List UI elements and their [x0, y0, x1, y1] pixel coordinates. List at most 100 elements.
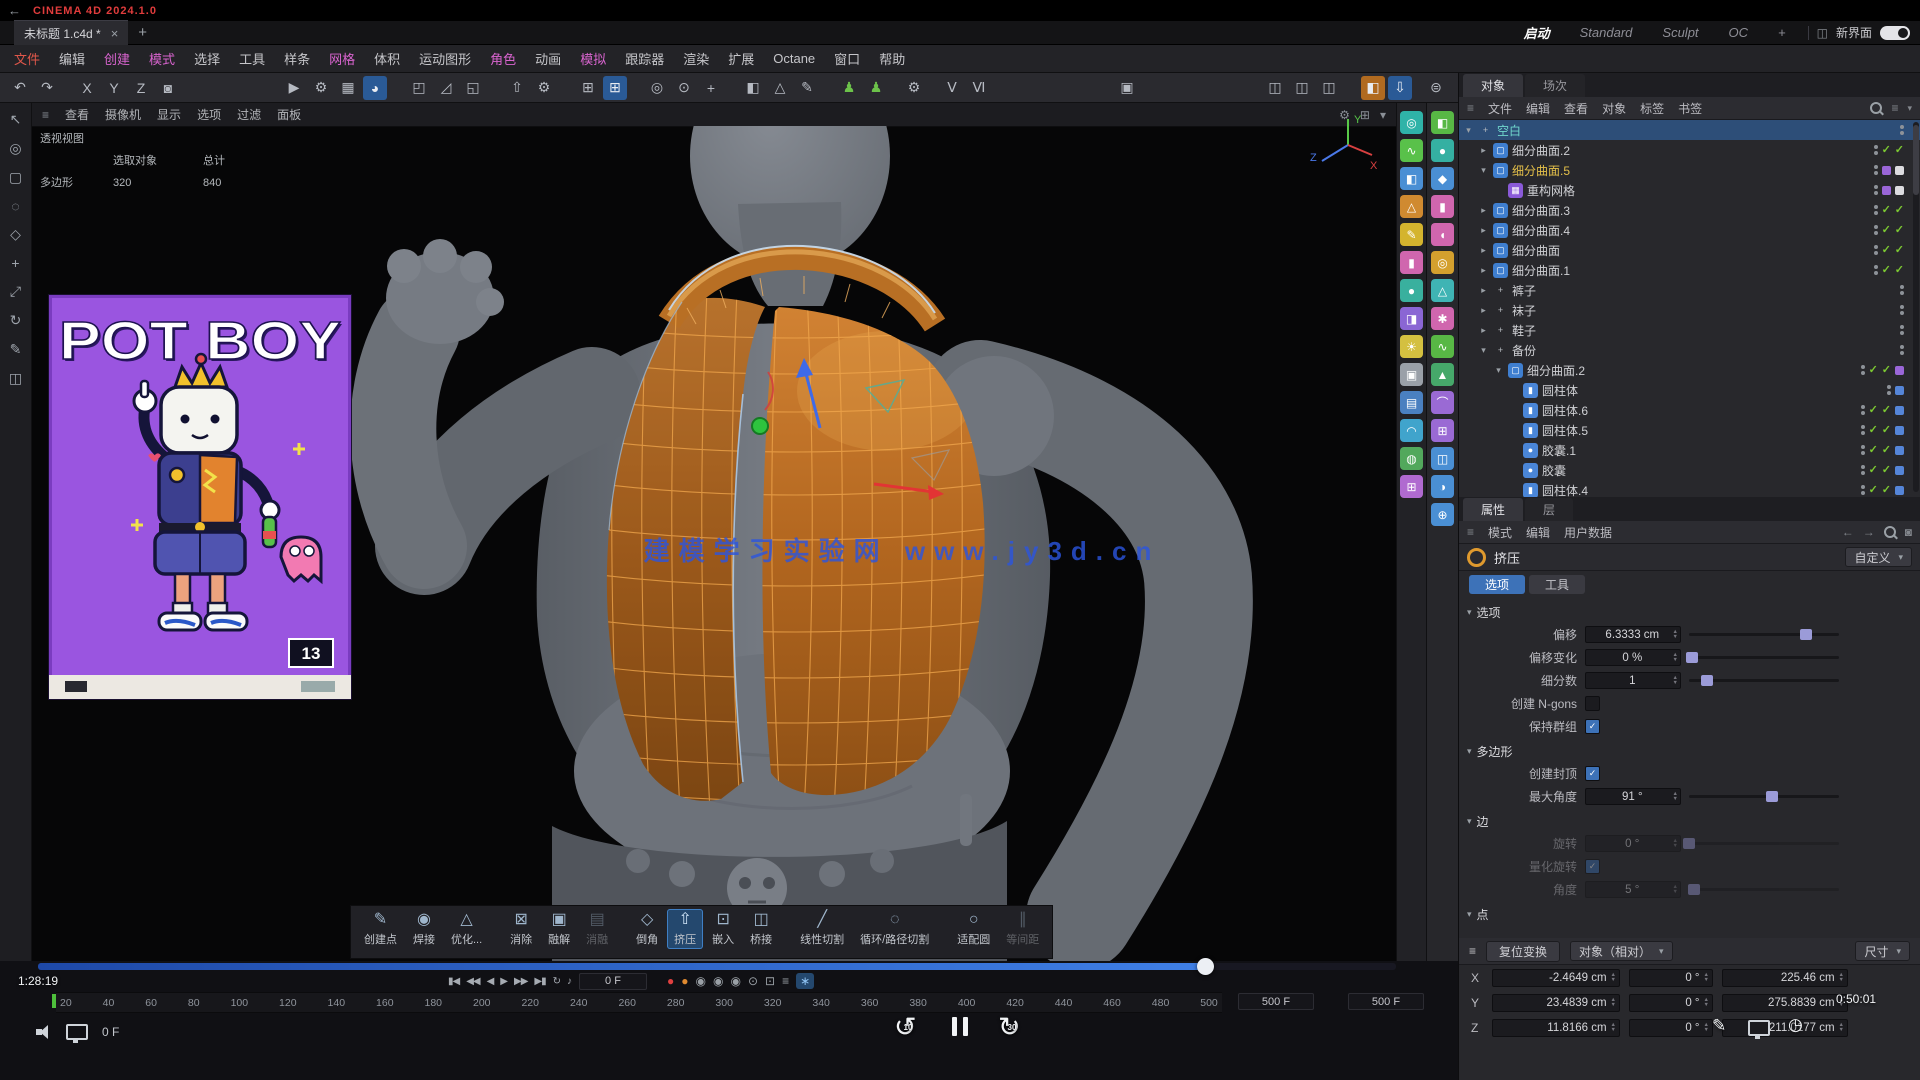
- weights-icon[interactable]: Ⅵ: [967, 76, 991, 100]
- visibility-dots-icon[interactable]: [1861, 485, 1865, 495]
- tab-场次[interactable]: 场次: [1525, 74, 1585, 97]
- om-menu-编辑[interactable]: 编辑: [1526, 100, 1550, 117]
- coord-Z-position[interactable]: 11.8166 cm▲▼: [1492, 1019, 1620, 1037]
- rect-select-icon[interactable]: ▢: [9, 169, 22, 186]
- coord-burger-icon[interactable]: ≡: [1469, 944, 1476, 958]
- visibility-dots-icon[interactable]: [1874, 265, 1878, 275]
- pen-icon[interactable]: ✎: [1400, 223, 1423, 246]
- mirror-tool-icon[interactable]: ◫: [9, 370, 22, 387]
- preset-dropdown[interactable]: 自定义 ▾: [1845, 547, 1912, 567]
- loop-icon[interactable]: ↻: [553, 976, 560, 987]
- coord-Z-size[interactable]: 211.0177 cm▲▼: [1722, 1019, 1848, 1037]
- tag-blue-icon[interactable]: [1895, 446, 1904, 455]
- expander-icon[interactable]: ▸: [1478, 305, 1489, 316]
- player-progress-bar[interactable]: [38, 963, 1396, 970]
- checkbox-保持群组[interactable]: ✓: [1585, 719, 1600, 734]
- menu-item-动画[interactable]: 动画: [535, 49, 561, 68]
- connect-icon[interactable]: ⊕: [1431, 503, 1454, 526]
- end-frame-field-2[interactable]: 500 F: [1348, 993, 1424, 1010]
- visibility-dots-icon[interactable]: [1874, 245, 1878, 255]
- om-menu-对象[interactable]: 对象: [1602, 100, 1626, 117]
- model-button-消除[interactable]: ⊠消除: [503, 909, 539, 949]
- object-row-圆柱体.5[interactable]: ▮圆柱体.5✓✓: [1459, 420, 1920, 440]
- bodypaint-layout-icon[interactable]: ▣: [1115, 76, 1139, 100]
- viewport-menu-选项[interactable]: 选项: [197, 106, 221, 123]
- target-icon[interactable]: ⊙: [672, 76, 696, 100]
- object-row-胶囊.1[interactable]: ●胶囊.1✓✓: [1459, 440, 1920, 460]
- object-row-圆柱体.4[interactable]: ▮圆柱体.4✓✓: [1459, 480, 1920, 498]
- menu-item-帮助[interactable]: 帮助: [879, 49, 905, 68]
- document-tab[interactable]: 未标题 1.c4d * ×: [14, 20, 128, 45]
- axis-edit-icon[interactable]: ⚙: [532, 76, 556, 100]
- brush-tool-icon[interactable]: ✎: [10, 341, 22, 358]
- model-button-倒角[interactable]: ◇倒角: [629, 909, 665, 949]
- slider-handle[interactable]: [1688, 884, 1700, 895]
- redo-icon[interactable]: ↷: [35, 76, 59, 100]
- frame-ruler[interactable]: 2040608010012014016018020022024026028030…: [56, 992, 1222, 1013]
- visibility-dots-icon[interactable]: [1861, 425, 1865, 435]
- snake-icon[interactable]: ∿: [1431, 335, 1454, 358]
- paint-arrow-icon[interactable]: ⇩: [1388, 76, 1412, 100]
- character-icon[interactable]: ♟: [837, 76, 861, 100]
- record-pla-icon[interactable]: ⊡: [765, 974, 775, 988]
- visibility-dots-icon[interactable]: [1861, 445, 1865, 455]
- torus-icon[interactable]: ◎: [1431, 251, 1454, 274]
- tab-属性[interactable]: 属性: [1463, 498, 1523, 521]
- record-scale-icon[interactable]: ◉: [713, 974, 723, 988]
- slider-handle[interactable]: [1701, 675, 1713, 686]
- autokey-record-icon[interactable]: ●: [667, 974, 674, 988]
- rotate-tool-icon[interactable]: ↻: [10, 312, 22, 329]
- viewport-menu-摄像机[interactable]: 摄像机: [105, 106, 141, 123]
- visibility-dots-icon[interactable]: [1874, 145, 1878, 155]
- play-icon[interactable]: ▶: [500, 976, 507, 987]
- enable-check-icon[interactable]: ✓: [1895, 225, 1904, 236]
- enable-check-icon[interactable]: ✓: [1869, 425, 1878, 436]
- attr-field-角度[interactable]: 5 °▲▼: [1585, 881, 1681, 898]
- enable-check-icon[interactable]: ✓: [1882, 245, 1891, 256]
- visibility-dots-icon[interactable]: [1874, 165, 1878, 175]
- coord-X-rotation[interactable]: 0 °▲▼: [1629, 969, 1713, 987]
- section-边[interactable]: ▾边: [1459, 810, 1920, 832]
- object-row-细分曲面[interactable]: ▸▢细分曲面✓✓: [1459, 240, 1920, 260]
- snap-settings-icon[interactable]: ◿: [434, 76, 458, 100]
- pause-button[interactable]: [952, 1017, 968, 1036]
- go-to-start-icon[interactable]: ▮◀: [448, 976, 459, 987]
- menu-item-渲染[interactable]: 渲染: [683, 49, 709, 68]
- cylinder-pink-icon[interactable]: ▮: [1431, 195, 1454, 218]
- visibility-dots-icon[interactable]: [1900, 285, 1904, 295]
- enable-check-icon[interactable]: ✓: [1882, 465, 1891, 476]
- model-button-优化...[interactable]: △优化...: [444, 909, 489, 949]
- visibility-dots-icon[interactable]: [1900, 305, 1904, 315]
- om-menu-书签[interactable]: 书签: [1678, 100, 1702, 117]
- spinner-icon[interactable]: ▲▼: [1673, 839, 1678, 848]
- expander-icon[interactable]: ▸: [1478, 325, 1489, 336]
- spinner-icon[interactable]: ▲▼: [1673, 792, 1678, 801]
- cone-teal-icon[interactable]: △: [1431, 279, 1454, 302]
- spinner-icon[interactable]: ▲▼: [1839, 1023, 1844, 1032]
- cylinder-icon[interactable]: ▮: [1400, 251, 1423, 274]
- object-row-袜子[interactable]: ▸+袜子: [1459, 300, 1920, 320]
- model-button-桥接[interactable]: ◫桥接: [743, 909, 779, 949]
- visibility-dots-icon[interactable]: [1874, 225, 1878, 235]
- om-filter-icon[interactable]: ≡: [1891, 101, 1898, 115]
- reset-transform-button[interactable]: 复位变换: [1486, 941, 1560, 962]
- back-arrow-icon[interactable]: ←: [8, 3, 21, 18]
- tag-white-icon[interactable]: [1895, 186, 1904, 195]
- cube-icon[interactable]: ◧: [1400, 167, 1423, 190]
- visibility-dots-icon[interactable]: [1874, 205, 1878, 215]
- menu-item-Octane[interactable]: Octane: [773, 51, 815, 66]
- capsule-pink-icon[interactable]: ◖: [1431, 223, 1454, 246]
- expander-icon[interactable]: ▾: [1478, 165, 1489, 176]
- visibility-dots-icon[interactable]: [1887, 385, 1891, 395]
- boole-icon[interactable]: ◑: [1431, 475, 1454, 498]
- attr-field-旋转[interactable]: 0 °▲▼: [1585, 835, 1681, 852]
- enable-check-icon[interactable]: ✓: [1869, 445, 1878, 456]
- keyframe-selection-icon[interactable]: ≡: [782, 974, 789, 988]
- attr-field-偏移[interactable]: 6.3333 cm▲▼: [1585, 626, 1681, 643]
- coord-X-position[interactable]: -2.4649 cm▲▼: [1492, 969, 1620, 987]
- poly-select-icon[interactable]: ◇: [10, 226, 21, 243]
- om-caret-icon[interactable]: ▾: [1907, 103, 1912, 114]
- enable-check-icon[interactable]: ✓: [1882, 485, 1891, 496]
- mode-button-工具[interactable]: 工具: [1529, 575, 1585, 594]
- vest-mesh[interactable]: [592, 246, 992, 811]
